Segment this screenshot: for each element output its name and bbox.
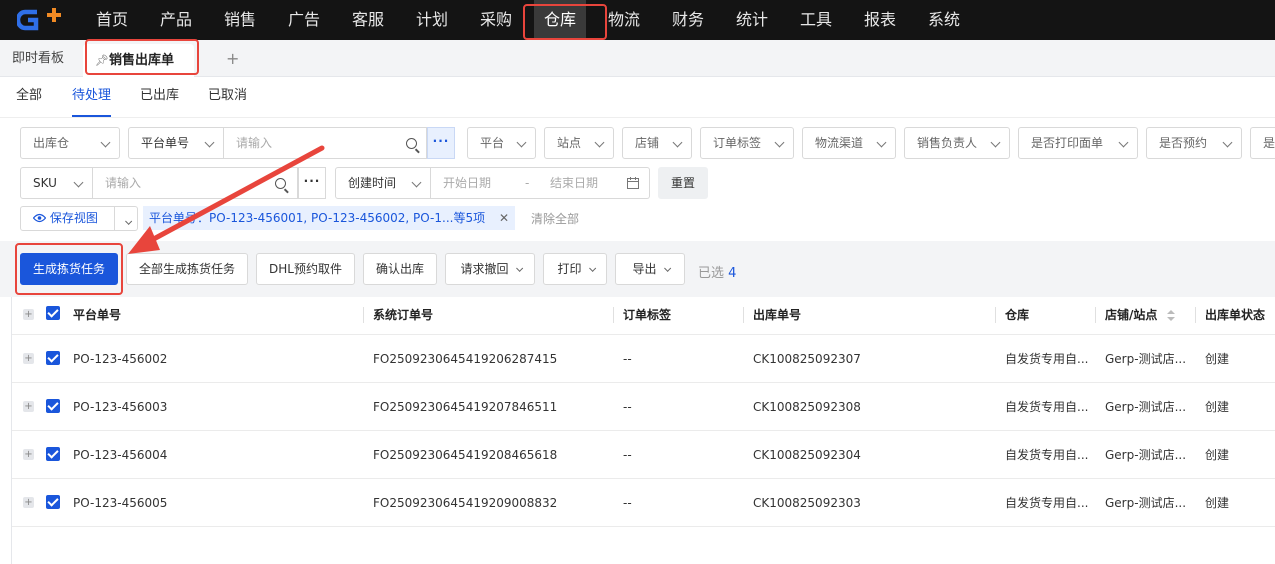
column-divider[interactable] xyxy=(995,307,996,323)
cell-outbound-no: CK100825092308 xyxy=(753,400,861,414)
cell-system-order-no: FO2509230645419208465618 xyxy=(373,448,558,462)
col-store-site: 店铺/站点 xyxy=(1105,308,1158,322)
column-divider[interactable] xyxy=(743,307,744,323)
cell-outbound-no: CK100825092303 xyxy=(753,496,861,510)
cell-warehouse: 自发货专用自... xyxy=(1005,496,1089,510)
col-system-order-no: 系统订单号 xyxy=(373,308,434,322)
cell-order-tag: -- xyxy=(623,448,632,462)
cell-outbound-status: 创建 xyxy=(1205,352,1230,366)
column-divider[interactable] xyxy=(613,307,614,323)
row-checkbox[interactable] xyxy=(46,399,60,413)
cell-system-order-no: FO2509230645419206287415 xyxy=(373,352,558,366)
cell-order-tag: -- xyxy=(623,496,632,510)
cell-store-site: Gerp-测试店... xyxy=(1105,352,1187,366)
cell-outbound-status: 创建 xyxy=(1205,400,1230,414)
row-checkbox[interactable] xyxy=(46,447,60,461)
row-checkbox[interactable] xyxy=(46,495,60,509)
row-checkbox[interactable] xyxy=(46,351,60,365)
cell-platform-no: PO-123-456002 xyxy=(73,352,168,366)
cell-store-site: Gerp-测试店... xyxy=(1105,400,1187,414)
cell-platform-no: PO-123-456005 xyxy=(73,496,168,510)
cell-order-tag: -- xyxy=(623,400,632,414)
row-divider xyxy=(12,526,1275,527)
cell-outbound-no: CK100825092307 xyxy=(753,352,861,366)
col-outbound-no: 出库单号 xyxy=(753,308,802,322)
expand-all-icon[interactable]: + xyxy=(23,309,34,320)
cell-platform-no: PO-123-456004 xyxy=(73,448,168,462)
column-divider[interactable] xyxy=(1195,307,1196,323)
col-platform-no: 平台单号 xyxy=(73,308,122,322)
expand-row-icon[interactable]: + xyxy=(23,449,34,460)
cell-outbound-status: 创建 xyxy=(1205,496,1230,510)
cell-outbound-no: CK100825092304 xyxy=(753,448,861,462)
expand-row-icon[interactable]: + xyxy=(23,353,34,364)
cell-system-order-no: FO2509230645419207846511 xyxy=(373,400,558,414)
cell-warehouse: 自发货专用自... xyxy=(1005,352,1089,366)
cell-store-site: Gerp-测试店... xyxy=(1105,448,1187,462)
cell-warehouse: 自发货专用自... xyxy=(1005,400,1089,414)
cell-outbound-status: 创建 xyxy=(1205,448,1230,462)
col-warehouse: 仓库 xyxy=(1005,308,1030,322)
expand-row-icon[interactable]: + xyxy=(23,497,34,508)
col-outbound-status: 出库单状态 xyxy=(1205,308,1266,322)
cell-system-order-no: FO2509230645419209008832 xyxy=(373,496,558,510)
col-order-tag: 订单标签 xyxy=(623,308,672,322)
cell-platform-no: PO-123-456003 xyxy=(73,400,168,414)
cell-store-site: Gerp-测试店... xyxy=(1105,496,1187,510)
column-divider[interactable] xyxy=(363,307,364,323)
select-all-checkbox[interactable] xyxy=(46,306,60,320)
sort-icon[interactable] xyxy=(1167,310,1175,322)
cell-warehouse: 自发货专用自... xyxy=(1005,448,1089,462)
column-divider[interactable] xyxy=(1095,307,1096,323)
cell-order-tag: -- xyxy=(623,352,632,366)
expand-row-icon[interactable]: + xyxy=(23,401,34,412)
